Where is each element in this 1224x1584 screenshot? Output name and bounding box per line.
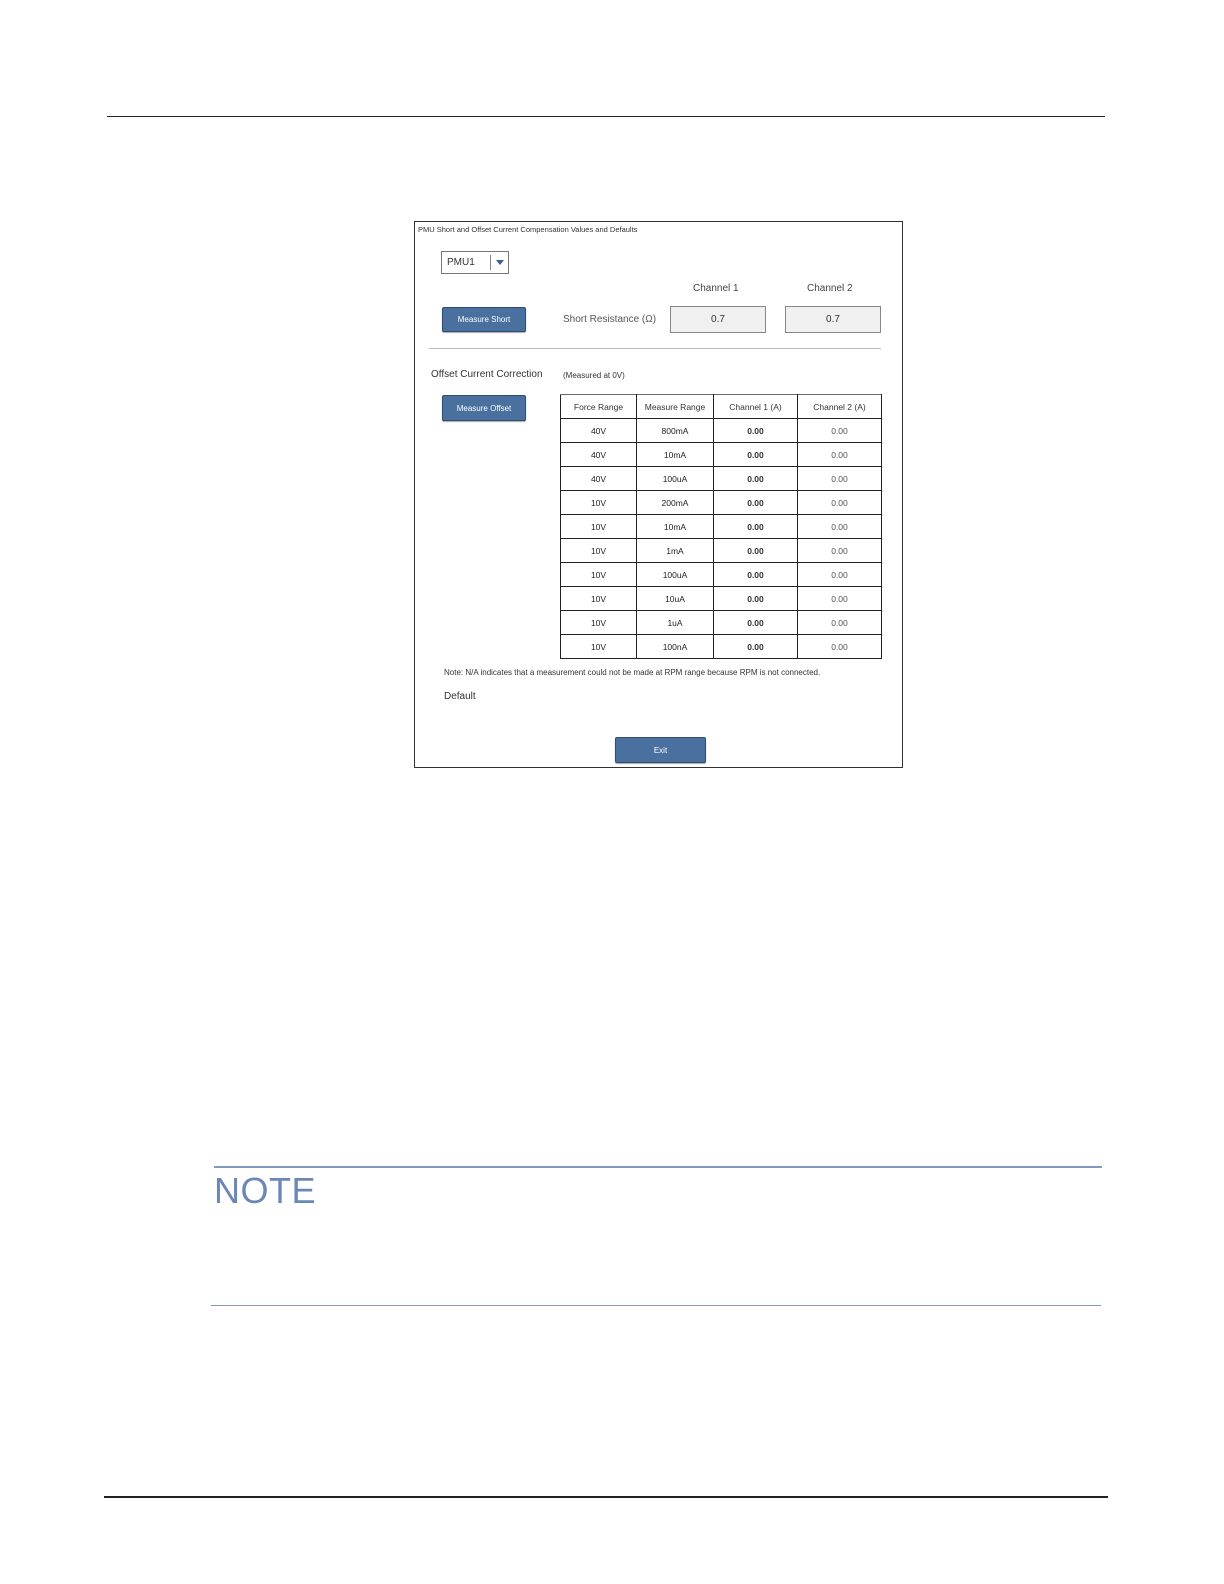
default-link[interactable]: Default xyxy=(444,691,476,702)
force-range-cell: 10V xyxy=(560,514,637,539)
measure-range-cell: 200mA xyxy=(636,490,714,515)
force-range-cell: 10V xyxy=(560,586,637,611)
measure-range-cell: 10mA xyxy=(636,514,714,539)
note-title: NOTE xyxy=(214,1170,317,1211)
measure-offset-button[interactable]: Measure Offset xyxy=(442,395,526,421)
pmu-select[interactable]: PMU1 xyxy=(441,251,509,274)
force-range-cell: 10V xyxy=(560,490,637,515)
channel-2-cell: 0.00 xyxy=(797,418,882,443)
table-row: 10V 10mA 0.00 0.00 xyxy=(560,514,882,539)
channel-2-cell: 0.00 xyxy=(797,610,882,635)
channel-1-cell: 0.00 xyxy=(713,490,798,515)
force-range-cell: 10V xyxy=(560,610,637,635)
compensation-dialog: PMU Short and Offset Current Compensatio… xyxy=(414,221,903,768)
channel-2-cell: 0.00 xyxy=(797,634,882,659)
chevron-down-icon[interactable] xyxy=(496,260,504,265)
channel-2-cell: 0.00 xyxy=(797,538,882,563)
measure-range-cell: 100uA xyxy=(636,562,714,587)
force-range-cell: 10V xyxy=(560,538,637,563)
table-row: 40V 100uA 0.00 0.00 xyxy=(560,466,882,491)
section-divider xyxy=(429,348,881,349)
table-row: 10V 1uA 0.00 0.00 xyxy=(560,610,882,635)
channel-1-cell: 0.00 xyxy=(713,586,798,611)
channel-1-cell: 0.00 xyxy=(713,418,798,443)
force-range-cell: 40V xyxy=(560,466,637,491)
channel-2-cell: 0.00 xyxy=(797,466,882,491)
header-rule xyxy=(107,116,1105,117)
measure-range-cell: 100uA xyxy=(636,466,714,491)
channel-1-cell: 0.00 xyxy=(713,562,798,587)
channel-2-cell: 0.00 xyxy=(797,562,882,587)
channel-1-cell: 0.00 xyxy=(713,514,798,539)
table-row: 10V 1mA 0.00 0.00 xyxy=(560,538,882,563)
force-range-cell: 10V xyxy=(560,634,637,659)
measured-at-note: (Measured at 0V) xyxy=(563,371,625,380)
column-header-channel-2: Channel 2 (A) xyxy=(797,394,882,419)
na-note: Note: N/A indicates that a measurement c… xyxy=(444,668,821,677)
footer-rule xyxy=(104,1496,1108,1498)
select-divider xyxy=(490,255,491,270)
channel-1-cell: 0.00 xyxy=(713,538,798,563)
table-row: 10V 10uA 0.00 0.00 xyxy=(560,586,882,611)
measure-range-cell: 100nA xyxy=(636,634,714,659)
measure-short-button[interactable]: Measure Short xyxy=(442,307,526,332)
force-range-cell: 40V xyxy=(560,418,637,443)
column-header-measure-range: Measure Range xyxy=(636,394,714,419)
table-header-row: Force Range Measure Range Channel 1 (A) … xyxy=(560,394,882,419)
force-range-cell: 10V xyxy=(560,562,637,587)
table-row: 10V 100uA 0.00 0.00 xyxy=(560,562,882,587)
channel-1-cell: 0.00 xyxy=(713,610,798,635)
short-resistance-ch2-field[interactable]: 0.7 xyxy=(785,306,881,333)
channel-1-cell: 0.00 xyxy=(713,442,798,467)
note-bottom-rule xyxy=(211,1305,1101,1306)
channel-2-header: Channel 2 xyxy=(807,283,853,294)
table-row: 40V 800mA 0.00 0.00 xyxy=(560,418,882,443)
channel-1-header: Channel 1 xyxy=(693,283,739,294)
force-range-cell: 40V xyxy=(560,442,637,467)
channel-2-cell: 0.00 xyxy=(797,514,882,539)
short-resistance-ch1-field[interactable]: 0.7 xyxy=(670,306,766,333)
channel-2-cell: 0.00 xyxy=(797,490,882,515)
short-resistance-label: Short Resistance (Ω) xyxy=(563,314,657,325)
table-row: 10V 200mA 0.00 0.00 xyxy=(560,490,882,515)
measure-range-cell: 1uA xyxy=(636,610,714,635)
pmu-select-value: PMU1 xyxy=(447,257,475,268)
column-header-channel-1: Channel 1 (A) xyxy=(713,394,798,419)
channel-1-cell: 0.00 xyxy=(713,466,798,491)
offset-correction-label: Offset Current Correction xyxy=(431,369,543,380)
offset-table: Force Range Measure Range Channel 1 (A) … xyxy=(560,394,882,659)
measure-range-cell: 10mA xyxy=(636,442,714,467)
table-row: 40V 10mA 0.00 0.00 xyxy=(560,442,882,467)
measure-range-cell: 10uA xyxy=(636,586,714,611)
channel-2-cell: 0.00 xyxy=(797,442,882,467)
channel-2-cell: 0.00 xyxy=(797,586,882,611)
measure-range-cell: 800mA xyxy=(636,418,714,443)
channel-1-cell: 0.00 xyxy=(713,634,798,659)
table-row: 10V 100nA 0.00 0.00 xyxy=(560,634,882,659)
column-header-force-range: Force Range xyxy=(560,394,637,419)
exit-button[interactable]: Exit xyxy=(615,737,706,763)
note-top-rule xyxy=(214,1166,1102,1168)
dialog-title: PMU Short and Offset Current Compensatio… xyxy=(418,225,638,234)
measure-range-cell: 1mA xyxy=(636,538,714,563)
